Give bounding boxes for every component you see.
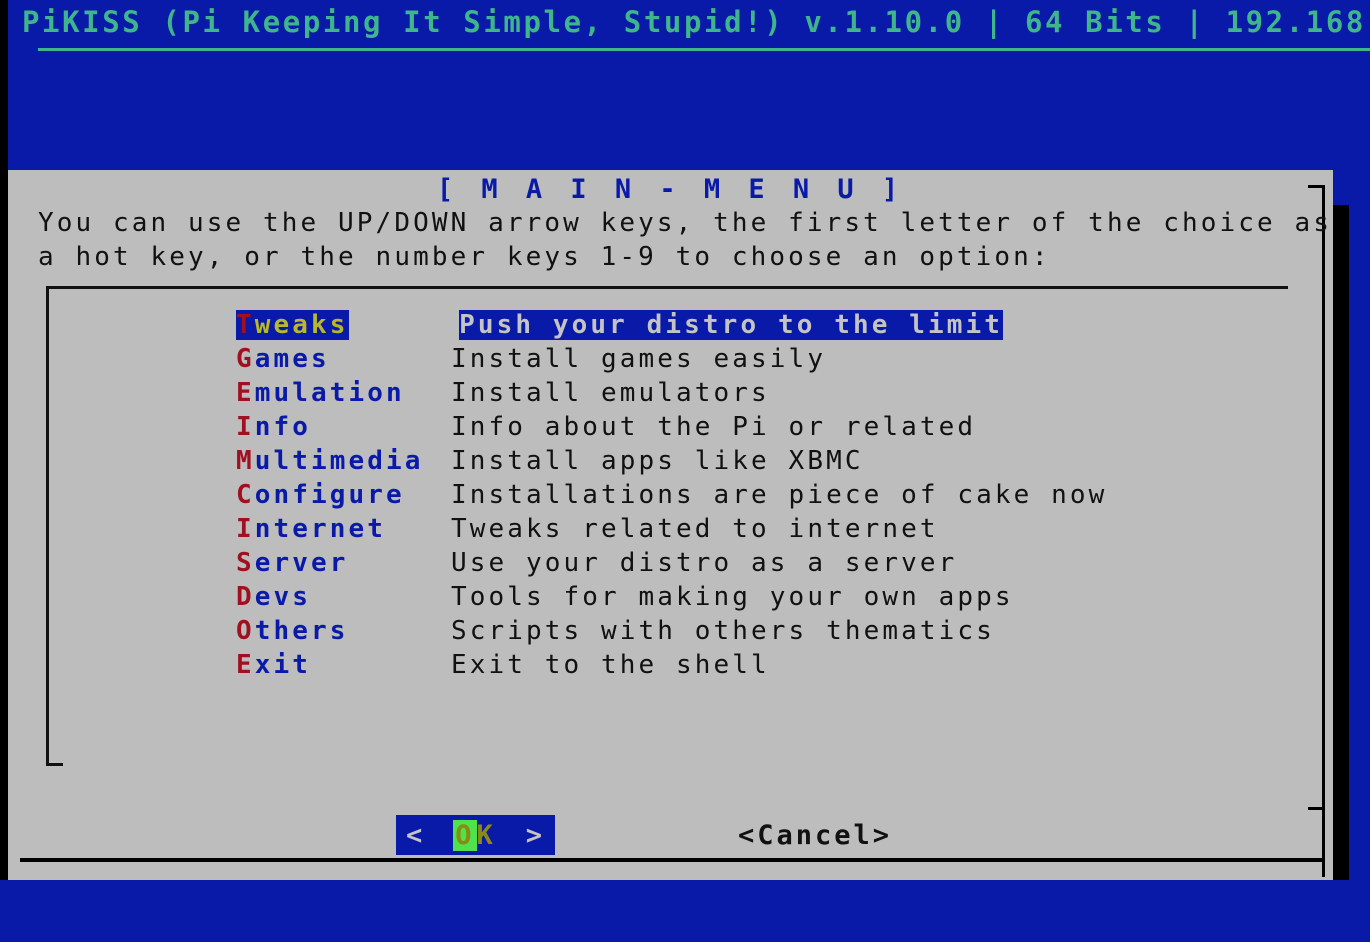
listbox-border-top bbox=[46, 286, 1288, 289]
app-title: PiKISS (Pi Keeping It Simple, Stupid!) v… bbox=[22, 5, 1370, 39]
menu-item-multimedia[interactable]: Multimedia Install apps like XBMC bbox=[236, 444, 1107, 478]
menu-item-tag: Multimedia bbox=[236, 446, 451, 476]
menu-item-hotkey: E bbox=[236, 650, 255, 680]
menu-item-info[interactable]: Info Info about the Pi or related bbox=[236, 410, 1107, 444]
menu-item-tag: Games bbox=[236, 344, 451, 374]
menu-item-hotkey: C bbox=[236, 480, 255, 510]
menu-item-label: nfo bbox=[254, 412, 312, 442]
menu-item-description: Install apps like XBMC bbox=[451, 446, 864, 476]
menu-item-description: Use your distro as a server bbox=[451, 548, 958, 578]
menu-item-others[interactable]: Others Scripts with others thematics bbox=[236, 614, 1107, 648]
menu-item-server[interactable]: Server Use your distro as a server bbox=[236, 546, 1107, 580]
menu-item-description: Tools for making your own apps bbox=[451, 582, 1014, 612]
menu-item-devs[interactable]: Devs Tools for making your own apps bbox=[236, 580, 1107, 614]
prompt-line-1: You can use the UP/DOWN arrow keys, the … bbox=[38, 208, 1332, 238]
menu-item-label: ultimedia bbox=[254, 446, 424, 476]
ok-right-arrow: > bbox=[525, 819, 546, 851]
menu-item-exit[interactable]: Exit Exit to the shell bbox=[236, 648, 1107, 682]
menu-item-description: Install emulators bbox=[451, 378, 770, 408]
ok-button[interactable]: < OK > bbox=[396, 815, 556, 855]
menu-item-tag: Exit bbox=[236, 650, 451, 680]
menu-item-label: nternet bbox=[254, 514, 387, 544]
listbox-border-left bbox=[46, 286, 49, 766]
menu-item-tag: Configure bbox=[236, 480, 451, 510]
header-divider bbox=[38, 48, 1370, 51]
ok-left-arrow: < bbox=[406, 819, 426, 851]
menu-item-description: Info about the Pi or related bbox=[451, 412, 977, 442]
menu-item-hotkey: G bbox=[236, 344, 255, 374]
menu-item-label: onfigure bbox=[254, 480, 405, 510]
menu-item-label: evs bbox=[254, 582, 312, 612]
terminal-screen: PiKISS (Pi Keeping It Simple, Stupid!) v… bbox=[0, 0, 1370, 942]
menu-item-description: Install games easily bbox=[451, 344, 827, 374]
menu-item-internet[interactable]: Internet Tweaks related to internet bbox=[236, 512, 1107, 546]
menu-item-hotkey: I bbox=[236, 514, 255, 544]
menu-item-label: weaks bbox=[254, 310, 349, 340]
ok-hotkey: O bbox=[453, 819, 477, 851]
menu-item-tag: Internet bbox=[236, 514, 451, 544]
menu-item-hotkey: D bbox=[236, 582, 255, 612]
menu-item-tweaks[interactable]: Tweaks Push your distro to the limit bbox=[236, 308, 1107, 342]
main-menu-dialog: [ M A I N - M E N U ] You can use the UP… bbox=[8, 170, 1333, 880]
ok-label-rest: K bbox=[476, 819, 496, 851]
dialog-prompt: You can use the UP/DOWN arrow keys, the … bbox=[38, 206, 1329, 274]
dialog-border-right bbox=[1322, 185, 1325, 877]
menu-item-hotkey: M bbox=[236, 446, 255, 476]
cancel-button[interactable]: <Cancel> bbox=[738, 815, 892, 855]
menu-item-tag: Emulation bbox=[236, 378, 451, 408]
menu-item-label: xit bbox=[254, 650, 312, 680]
prompt-line-2: a hot key, or the number keys 1-9 to cho… bbox=[38, 242, 1051, 272]
menu-item-hotkey: E bbox=[236, 378, 255, 408]
dialog-title: [ M A I N - M E N U ] bbox=[436, 174, 905, 205]
menu-item-description: Installations are piece of cake now bbox=[451, 480, 1108, 510]
menu-item-tag: Server bbox=[236, 548, 451, 578]
menu-item-label: erver bbox=[254, 548, 349, 578]
menu-item-hotkey: O bbox=[236, 616, 255, 646]
menu-item-hotkey: S bbox=[236, 548, 255, 578]
menu-item-hotkey: T bbox=[236, 310, 255, 340]
menu-item-tag: Devs bbox=[236, 582, 451, 612]
left-gutter bbox=[0, 0, 8, 942]
menu-item-games[interactable]: Games Install games easily bbox=[236, 342, 1107, 376]
listbox-border-corner bbox=[46, 763, 63, 766]
menu-item-list: Tweaks Push your distro to the limit Games… bbox=[236, 308, 1107, 682]
menu-item-emulation[interactable]: Emulation Install emulators bbox=[236, 376, 1107, 410]
menu-item-hotkey: I bbox=[236, 412, 255, 442]
menu-item-tag: Info bbox=[236, 412, 451, 442]
dialog-border-corner-bottom bbox=[1308, 807, 1325, 810]
dialog-buttons: < OK > <Cancel> bbox=[8, 815, 1333, 861]
menu-item-description: Exit to the shell bbox=[451, 650, 770, 680]
menu-item-label: ames bbox=[254, 344, 330, 374]
menu-item-label: mulation bbox=[254, 378, 405, 408]
menu-item-description: Tweaks related to internet bbox=[451, 514, 939, 544]
bottom-background bbox=[0, 880, 1370, 942]
menu-item-tag: Tweaks bbox=[236, 310, 349, 340]
menu-item-label: thers bbox=[254, 616, 349, 646]
menu-listbox: Tweaks Push your distro to the limit Games… bbox=[46, 286, 1288, 766]
app-header: PiKISS (Pi Keeping It Simple, Stupid!) v… bbox=[8, 0, 1370, 48]
menu-item-tag: Others bbox=[236, 616, 451, 646]
menu-item-configure[interactable]: Configure Installations are piece of cake… bbox=[236, 478, 1107, 512]
menu-item-description: Scripts with others thematics bbox=[451, 616, 995, 646]
menu-item-description: Push your distro to the limit bbox=[459, 310, 1003, 340]
